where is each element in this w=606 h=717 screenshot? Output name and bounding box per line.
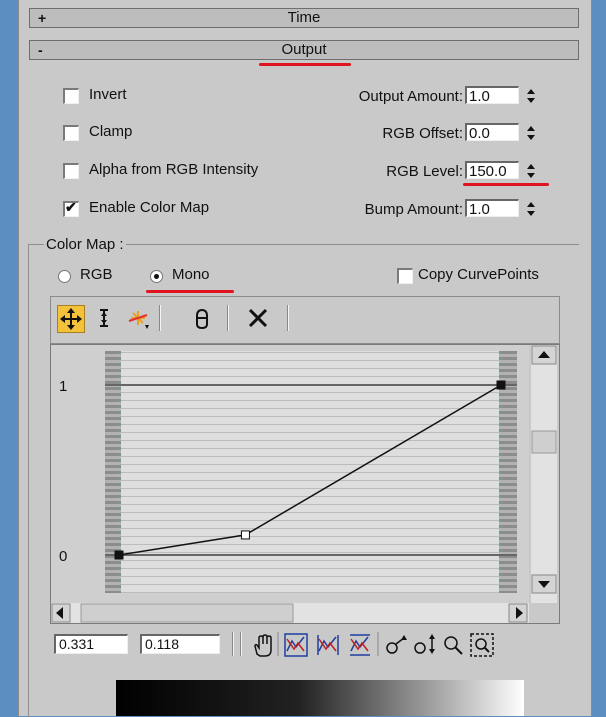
enable-color-map-label: Enable Color Map bbox=[89, 199, 210, 216]
curve-point-x-field[interactable]: 0.331 bbox=[54, 634, 128, 654]
alpha-from-rgb-label: Alpha from RGB Intensity bbox=[89, 161, 259, 178]
horizontal-scroll-thumb[interactable] bbox=[80, 603, 294, 623]
curve-point[interactable] bbox=[240, 530, 250, 540]
rgb-level-label: RGB Level: bbox=[386, 163, 463, 180]
curve-point-y-field[interactable]: 0.118 bbox=[140, 634, 220, 654]
bump-amount-field[interactable]: 1.0 bbox=[465, 199, 519, 217]
radio-selected-dot bbox=[154, 274, 159, 279]
copy-curvepoints-checkbox[interactable] bbox=[397, 268, 413, 284]
time-rollout-title: Time bbox=[287, 9, 321, 26]
mono-gradient-preview bbox=[116, 680, 524, 716]
highlight-underline-output bbox=[259, 63, 351, 66]
invert-checkbox[interactable] bbox=[63, 88, 79, 104]
move-icon[interactable] bbox=[57, 305, 85, 333]
toolbar-separator bbox=[159, 305, 161, 331]
rgb-level-field[interactable]: 150.0 bbox=[465, 161, 519, 179]
reset-curves-icon[interactable] bbox=[189, 305, 215, 331]
graph-area bbox=[105, 351, 501, 593]
mono-radio-label: Mono bbox=[172, 266, 210, 283]
bump-amount-spinner[interactable] bbox=[525, 199, 537, 219]
toolbar-separator bbox=[232, 632, 234, 656]
toolbar-separator bbox=[227, 305, 229, 331]
curve-point[interactable] bbox=[114, 550, 124, 560]
clamp-checkbox[interactable] bbox=[63, 125, 79, 141]
rgb-offset-label: RGB Offset: bbox=[382, 125, 463, 142]
pan-icon[interactable] bbox=[254, 634, 272, 657]
copy-curvepoints-label: Copy CurvePoints bbox=[418, 266, 539, 283]
zoom-vertical-icon[interactable] bbox=[414, 634, 435, 654]
curve-canvas: 10 bbox=[51, 345, 557, 623]
curve-point[interactable] bbox=[496, 380, 506, 390]
invert-label: Invert bbox=[89, 86, 127, 103]
output-amount-field[interactable]: 1.0 bbox=[465, 86, 519, 104]
color-map-label: Color Map : bbox=[44, 236, 126, 253]
curve-graph[interactable]: 10 bbox=[50, 344, 560, 624]
zoom-region-icon[interactable] bbox=[470, 633, 494, 657]
output-rollout-title: Output bbox=[281, 41, 327, 58]
time-rollout-header[interactable]: + Time bbox=[29, 8, 579, 28]
zoom-horizontal-icon[interactable] bbox=[386, 635, 407, 654]
zoom-value-extents-icon[interactable] bbox=[350, 634, 370, 656]
y-axis-label: 0 bbox=[59, 548, 67, 565]
zoom-horizontal-extents-icon[interactable] bbox=[317, 635, 339, 655]
clamp-label: Clamp bbox=[89, 123, 133, 140]
bump-amount-label: Bump Amount: bbox=[364, 201, 463, 218]
rgb-radio-label: RGB bbox=[80, 266, 113, 283]
output-amount-spinner[interactable] bbox=[525, 86, 537, 106]
highlight-underline-rgb-level bbox=[463, 183, 549, 186]
vertical-scrollbar[interactable] bbox=[531, 345, 557, 603]
y-axis-label: 1 bbox=[59, 378, 67, 395]
add-point-icon[interactable] bbox=[125, 305, 151, 331]
mono-radio[interactable] bbox=[150, 270, 163, 283]
rgb-radio[interactable] bbox=[58, 270, 71, 283]
delete-point-icon[interactable] bbox=[245, 305, 271, 331]
toolbar-separator bbox=[240, 632, 242, 656]
vertical-scroll-thumb[interactable] bbox=[531, 430, 557, 454]
zoom-extents-icon[interactable] bbox=[284, 633, 308, 657]
enable-color-map-checkbox[interactable]: ✔ bbox=[63, 199, 79, 217]
curve-toolbar bbox=[50, 296, 560, 344]
output-amount-label: Output Amount: bbox=[358, 88, 463, 105]
view-tools bbox=[254, 632, 494, 657]
rgb-offset-spinner[interactable] bbox=[525, 123, 537, 143]
rgb-offset-field[interactable]: 0.0 bbox=[465, 123, 519, 141]
zoom-icon[interactable] bbox=[444, 636, 463, 655]
output-rollout-header[interactable]: - Output bbox=[29, 40, 579, 60]
checkmark-icon: ✔ bbox=[65, 199, 77, 215]
rgb-level-spinner[interactable] bbox=[525, 161, 537, 181]
alpha-from-rgb-checkbox[interactable] bbox=[63, 163, 79, 179]
highlight-underline-mono bbox=[146, 290, 234, 293]
scale-point-icon[interactable] bbox=[91, 305, 117, 331]
toolbar-separator bbox=[287, 305, 289, 331]
